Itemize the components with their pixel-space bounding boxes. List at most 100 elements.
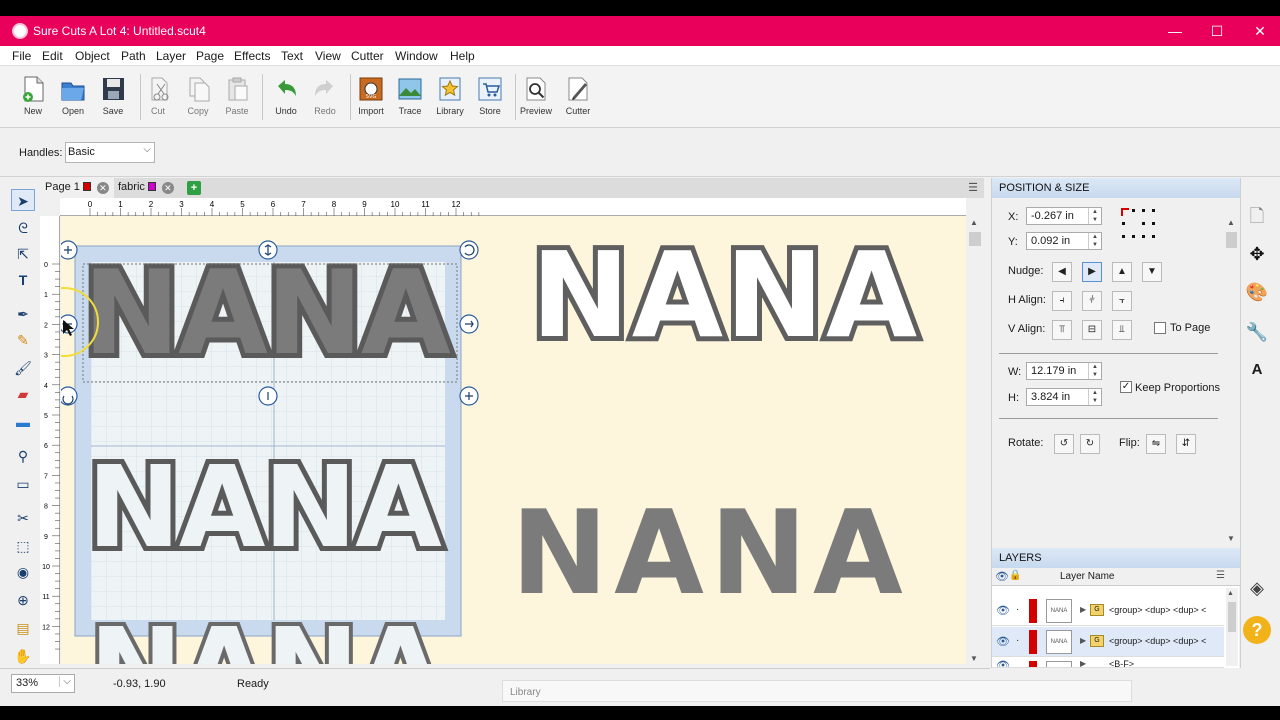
new-button[interactable]: New [11,74,55,124]
undo-button[interactable]: Undo [264,74,308,124]
zoom-select[interactable]: 33% ⌵ [11,674,75,693]
scroll-thumb[interactable] [1226,232,1237,248]
library-button[interactable]: Library [428,74,472,124]
scroll-up-icon[interactable]: ▲ [1227,218,1235,227]
layer-row[interactable]: 👁 · NANA ▶ G <group> <dup> <dup> < [992,627,1224,657]
spinner-arrows-icon[interactable]: ▲ ▼ [1088,389,1101,405]
selected-word-filled[interactable]: NANA [78,251,456,377]
close-button[interactable]: ✕ [1245,20,1275,42]
x-position-field[interactable]: -0.267 in ▲ ▼ [1026,207,1102,225]
spinner-arrows-icon[interactable]: ▲ ▼ [1088,233,1101,249]
copy-button[interactable]: Copy [176,74,220,124]
minimize-button[interactable]: — [1160,20,1190,42]
knife-tool-icon[interactable]: ✂ [11,507,35,529]
scroll-thumb[interactable] [1228,602,1236,632]
preview-button[interactable]: Preview [514,74,558,124]
layer-color-swatch[interactable] [1029,630,1037,654]
menu-effects[interactable]: Effects [234,49,270,63]
trace-button[interactable]: Trace [388,74,432,124]
layer-name[interactable]: <group> <dup> <dup> < [1109,636,1221,646]
menu-help[interactable]: Help [450,49,475,63]
close-tab-icon[interactable]: ✕ [161,182,174,194]
align-middle-v-icon[interactable]: ⊟ [1082,320,1102,340]
handles-select[interactable]: Basic ⌵ [65,142,155,163]
library-panel-bar[interactable]: Library [502,680,1132,702]
text-style-icon[interactable]: A [1243,356,1271,384]
width-field[interactable]: 12.179 in ▲ ▼ [1026,362,1102,380]
paste-button[interactable]: Paste [215,74,259,124]
scroll-down-icon[interactable]: ▼ [1227,534,1235,543]
color-palette-icon[interactable]: 🎨 [1243,278,1271,306]
open-button[interactable]: Open [51,74,95,124]
flip-horizontal-icon[interactable]: ⇋ [1146,434,1166,454]
layer-color-swatch[interactable] [1029,599,1037,623]
nudge-down-button[interactable]: ▼ [1142,262,1162,282]
contour-tool-icon[interactable]: ◉ [11,561,35,583]
tabs-menu-icon[interactable]: ☰ [968,181,978,194]
import-button[interactable]: SVG Import [349,74,393,124]
tab-page-1[interactable]: Page 1 ✕ [40,178,114,198]
pencil-tool-icon[interactable]: ✎ [11,329,35,351]
redo-button[interactable]: Redo [303,74,347,124]
measure-tool-icon[interactable]: ▤ [11,617,35,639]
move-arrows-icon[interactable]: ✥ [1243,240,1271,268]
lasso-tool-icon[interactable]: ᘓ [11,217,35,239]
menu-cutter[interactable]: Cutter [351,49,384,63]
align-left-icon[interactable]: ⫞ [1052,291,1072,311]
scroll-down-icon[interactable]: ▼ [970,654,978,663]
keep-proportions-checkbox[interactable]: ✓ [1120,381,1132,393]
add-page-button[interactable]: + [187,181,201,195]
close-tab-icon[interactable]: ✕ [96,182,109,194]
menu-layer[interactable]: Layer [156,49,186,63]
rotate-right-icon[interactable]: ↻ [1080,434,1100,454]
word-partial-bottom[interactable]: NANA [85,610,448,664]
rectangle-tool-icon[interactable]: ▭ [11,473,35,495]
menu-edit[interactable]: Edit [42,49,63,63]
expand-arrow-icon[interactable]: ▶ [1080,605,1086,614]
store-button[interactable]: Store [468,74,512,124]
menu-view[interactable]: View [315,49,341,63]
shape-tool-icon[interactable]: ▬ [11,411,35,433]
cutter-button[interactable]: Cutter [556,74,600,124]
menu-window[interactable]: Window [395,49,438,63]
nudge-right-button[interactable]: ▶ [1082,262,1102,282]
expand-arrow-icon[interactable]: ▶ [1080,659,1086,667]
visibility-eye-icon[interactable]: 👁 [996,604,1010,617]
wrench-icon[interactable]: 🔧 [1243,318,1271,346]
spinner-arrows-icon[interactable]: ▲ ▼ [1088,363,1101,379]
reference-point-grid[interactable] [1119,206,1167,254]
align-center-h-icon[interactable]: ⫩ [1082,291,1102,311]
rotate-left-icon[interactable]: ↺ [1054,434,1074,454]
panel-scrollbar[interactable]: ▲ ▼ [1224,200,1239,544]
layer-name[interactable]: <group> <dup> <dup> < [1109,605,1221,615]
brush-tool-icon[interactable]: 🖌 [11,357,35,379]
scroll-up-icon[interactable]: ▲ [970,218,978,227]
hand-tool-icon[interactable]: ✋ [11,645,35,667]
menu-text[interactable]: Text [281,49,303,63]
select-tool-icon[interactable]: ➤ [11,189,35,211]
save-button[interactable]: Save [91,74,135,124]
nudge-left-button[interactable]: ◀ [1052,262,1072,282]
menu-file[interactable]: File [12,49,31,63]
menu-object[interactable]: Object [75,49,110,63]
pen-tool-icon[interactable]: ✒ [11,303,35,325]
zoom-tool-icon[interactable]: ⊕ [11,589,35,611]
word-solid-offmat[interactable]: NANA [511,496,909,612]
expand-arrow-icon[interactable]: ▶ [1080,636,1086,645]
canvas-vertical-scrollbar[interactable]: ▲ ▼ [966,198,984,664]
layers-menu-icon[interactable]: ☰ [1216,570,1225,581]
to-page-checkbox[interactable] [1154,322,1166,334]
menu-page[interactable]: Page [196,49,224,63]
align-right-icon[interactable]: ⫟ [1112,291,1132,311]
visibility-eye-icon[interactable]: 👁 [996,659,1010,667]
eyedropper-tool-icon[interactable]: ⚲ [11,445,35,467]
height-field[interactable]: 3.824 in ▲ ▼ [1026,388,1102,406]
help-icon[interactable]: ? [1243,616,1271,644]
text-tool-icon[interactable]: T [11,269,35,291]
transform-tool-icon[interactable]: ⬚ [11,535,35,557]
spinner-arrows-icon[interactable]: ▲ ▼ [1088,208,1101,224]
word-outline-on-mat[interactable]: NANA [82,447,447,569]
tab-fabric[interactable]: fabric ✕ [113,178,179,198]
layer-row[interactable]: 👁 · NANA ▶ G <group> <dup> <dup> < [992,596,1224,626]
document-panel-icon[interactable]: 🗋 [1243,202,1271,230]
